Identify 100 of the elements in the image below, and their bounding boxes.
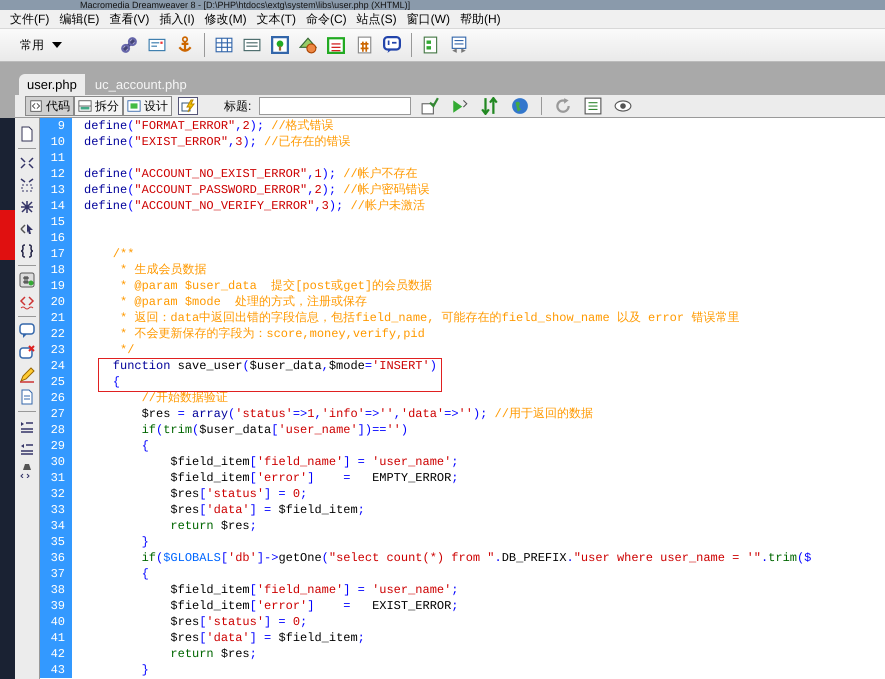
code-line: $field_item['field_name'] = 'user_name'; (169, 582, 458, 598)
category-dropdown[interactable]: 常用 (20, 36, 110, 54)
anchor-icon[interactable] (176, 36, 194, 54)
title-input[interactable] (259, 97, 412, 115)
line-number: 29 (50, 438, 65, 454)
file-icon[interactable] (19, 126, 35, 142)
line-number: 12 (50, 166, 65, 182)
collapse-selection-icon[interactable] (19, 177, 35, 193)
code-line: return $res; (169, 646, 257, 662)
line-number: 42 (50, 646, 65, 662)
braces-icon[interactable] (19, 243, 35, 259)
menu-item[interactable]: 命令(C) (302, 10, 351, 28)
code-line: function save_user($user_data,$mode='INSERT') (112, 358, 437, 374)
line-number: 24 (50, 358, 65, 374)
line-number: 43 (50, 662, 65, 678)
code-line: define("EXIST_ERROR",3); //已存在的错误 (84, 134, 350, 150)
title-label: 标题: (224, 98, 252, 115)
line-number: 19 (50, 278, 65, 294)
line-number: 35 (50, 534, 65, 550)
live-data-icon[interactable] (178, 97, 198, 115)
line-number: 20 (50, 294, 65, 310)
design-view-icon (127, 99, 141, 113)
globe-icon[interactable] (511, 97, 530, 115)
menu-item[interactable]: 修改(M) (200, 10, 251, 28)
code-line: $field_item['error'] = EMPTY_ERROR; (169, 470, 458, 486)
menu-item[interactable]: 站点(S) (352, 10, 401, 28)
code-line: $res['status'] = 0; (169, 614, 308, 630)
code-line: $res = array('status'=>1,'info'=>'','data'=>''); //用于返回的数据 (140, 406, 593, 422)
line-number: 25 (50, 374, 65, 390)
validate-icon[interactable] (421, 97, 440, 115)
menu-item[interactable]: 查看(V) (105, 10, 154, 28)
code-line: } (140, 662, 149, 678)
image-icon[interactable] (271, 36, 289, 54)
code-line: * @param $user_data 提交[post或get]的会员数据 (119, 278, 432, 294)
menu-item[interactable]: 帮助(H) (456, 10, 505, 28)
line-number: 15 (50, 214, 65, 230)
list-view-icon[interactable] (584, 97, 602, 115)
menu-item[interactable]: 编辑(E) (55, 10, 104, 28)
table-icon[interactable] (215, 36, 233, 54)
code-line: } (140, 534, 149, 550)
code-line: define("ACCOUNT_PASSWORD_ERROR",2); //帐户密码错误 (84, 182, 430, 198)
line-number: 10 (50, 134, 65, 150)
line-number: 41 (50, 630, 65, 646)
preview-icon[interactable] (451, 97, 470, 115)
document-tab[interactable]: user.php (19, 74, 85, 95)
layer-icon[interactable] (243, 36, 261, 54)
pencil-icon[interactable] (19, 367, 35, 383)
line-number: 32 (50, 486, 65, 502)
select-parent-icon[interactable] (19, 221, 35, 237)
code-line: { (112, 374, 120, 390)
menu-item[interactable]: 文本(T) (252, 10, 300, 28)
collapse-icon[interactable] (19, 155, 35, 171)
code-line: define("FORMAT_ERROR",2); //格式错误 (84, 118, 334, 134)
line-number: 22 (50, 326, 65, 342)
comment-icon[interactable] (383, 36, 401, 54)
comment-icon[interactable] (19, 323, 35, 339)
link-icon[interactable] (120, 36, 138, 54)
envelope-icon[interactable] (148, 36, 166, 54)
line-number: 39 (50, 598, 65, 614)
line-number: 14 (50, 198, 65, 214)
split-view-icon (78, 99, 92, 113)
menu-item[interactable]: 窗口(W) (402, 10, 454, 28)
view-button[interactable]: 拆分 (74, 96, 123, 116)
tag-chooser-icon[interactable] (450, 36, 468, 54)
code-line: $res['data'] = $field_item; (169, 502, 365, 518)
menu-item[interactable]: 插入(I) (155, 10, 199, 28)
code-line: /** (112, 246, 134, 262)
line-number: 26 (50, 390, 65, 406)
remove-comment-icon[interactable] (19, 345, 35, 361)
code-line: * 生成会员数据 (119, 262, 206, 278)
shapes-icon[interactable] (299, 36, 317, 54)
line-number: 9 (58, 118, 65, 134)
view-button[interactable]: 代码 (25, 96, 74, 116)
line-number: 36 (50, 550, 65, 566)
calendar-icon[interactable] (327, 36, 345, 54)
menu-item[interactable]: 文件(F) (6, 10, 54, 28)
code-line: $field_item['error'] = EXIST_ERROR; (169, 598, 458, 614)
template-icon[interactable] (422, 36, 440, 54)
line-number: 18 (50, 262, 65, 278)
code-line: * 返回：data中返回出错的字段信息，包括field_name, 可能存在的field_show_name 以及 error 错误常里 (119, 310, 740, 326)
code-line: $res['status'] = 0; (169, 486, 308, 502)
code-line: //开始数据验证 (140, 390, 228, 406)
code-line: if(trim($user_data['user_name'])=='') (140, 422, 408, 438)
code-line: define("ACCOUNT_NO_VERIFY_ERROR",3); //帐户未激活 (84, 198, 425, 214)
code-line: define("ACCOUNT_NO_EXIST_ERROR",1); //帐户不存在 (84, 166, 418, 182)
invalid-code-icon[interactable] (19, 294, 35, 310)
code-line: * @param $mode 处理的方式，注册或保存 (119, 294, 368, 310)
view-button[interactable]: 设计 (123, 96, 172, 116)
hash-icon[interactable] (355, 36, 373, 54)
line-number: 16 (50, 230, 65, 246)
transfer-icon[interactable] (481, 97, 500, 115)
line-number: 27 (50, 406, 65, 422)
document-icon[interactable] (19, 389, 35, 405)
code-line: $field_item['field_name'] = 'user_name'; (169, 454, 458, 470)
line-number: 11 (50, 150, 65, 166)
expand-icon[interactable] (19, 199, 35, 215)
line-numbers-icon[interactable] (19, 272, 35, 288)
code-view-icon (29, 99, 43, 113)
line-number: 33 (50, 502, 65, 518)
window-title: Macromedia Dreamweaver 8 - [D:\PHP\htdocs\extg\system\libs\user.php (XHTML)] (80, 0, 410, 10)
